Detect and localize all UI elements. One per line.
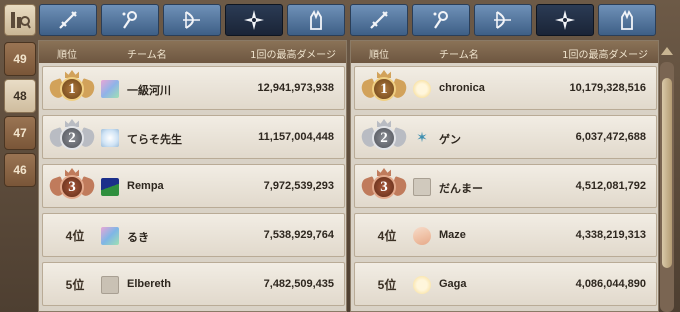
shuriken-icon — [244, 10, 264, 30]
bow-icon — [183, 11, 200, 29]
table-row[interactable]: 2 ✶ ゲン 6,037,472,688 — [354, 115, 657, 159]
scrollbar[interactable] — [660, 62, 674, 312]
damage-score: 11,157,004,448 — [258, 131, 334, 143]
team-avatar — [413, 227, 431, 245]
tab-sword[interactable] — [350, 4, 408, 36]
rank-number: 3 — [60, 175, 84, 199]
table-row[interactable]: 4位 るき 7,538,929,764 — [42, 213, 345, 257]
team-name: Maze — [439, 229, 466, 241]
ranking-panel-right: 順位 チーム名 1回の最高ダメージ 1 chronica 10,179,328,… — [350, 40, 659, 312]
team-name: Elbereth — [127, 278, 172, 290]
damage-score: 10,179,328,516 — [569, 82, 646, 94]
tier-tab-47[interactable]: 47 — [4, 116, 36, 150]
magic-staff-icon — [122, 11, 137, 29]
tier-tab-49[interactable]: 49 — [4, 42, 36, 76]
damage-score: 4,512,081,792 — [575, 180, 646, 192]
tab-gauntlet[interactable] — [598, 4, 656, 36]
silver-medal-icon: 2 — [359, 119, 409, 157]
silver-medal-icon: 2 — [47, 119, 97, 157]
team-name: てらそ先生 — [127, 134, 182, 146]
tab-shuriken[interactable] — [225, 4, 283, 36]
ranking-menu-button[interactable] — [4, 4, 36, 36]
tier-tab-46[interactable]: 46 — [4, 153, 36, 187]
rank-number: 1 — [372, 77, 396, 101]
team-name: Rempa — [127, 180, 164, 192]
bronze-medal-icon: 3 — [359, 168, 409, 206]
table-row[interactable]: 1 chronica 10,179,328,516 — [354, 66, 657, 110]
header-score: 1回の最高ダメージ — [562, 50, 648, 61]
shuriken-icon — [555, 10, 575, 30]
tab-bow[interactable] — [163, 4, 221, 36]
rank-label: 5位 — [377, 278, 397, 292]
tab-sword[interactable] — [39, 4, 97, 36]
header-team: チーム名 — [439, 50, 479, 61]
tier-tab-48[interactable]: 48 — [4, 79, 36, 113]
rank-number: 3 — [372, 175, 396, 199]
team-name: 一級河川 — [127, 85, 171, 97]
rank-number: 2 — [372, 126, 396, 150]
team-name: chronica — [439, 82, 485, 94]
damage-score: 12,941,973,938 — [257, 82, 334, 94]
rank-label: 4位 — [65, 229, 85, 243]
team-avatar — [101, 80, 119, 98]
damage-score: 6,037,472,688 — [575, 131, 646, 143]
gold-medal-icon: 1 — [47, 70, 97, 108]
scroll-up-arrow-icon[interactable] — [660, 44, 674, 58]
ranking-panel-left: 順位 チーム名 1回の最高ダメージ 1 一級河川 12,941,973,938 … — [38, 40, 347, 312]
gauntlet-icon — [621, 9, 633, 30]
header-rank: 順位 — [57, 50, 77, 61]
gauntlet-icon — [310, 9, 322, 30]
scrollbar-thumb[interactable] — [662, 78, 672, 268]
team-avatar — [101, 129, 119, 147]
damage-score: 4,086,044,890 — [575, 278, 646, 290]
bow-icon — [494, 11, 511, 29]
header-rank: 順位 — [369, 50, 389, 61]
rank-label: 5位 — [65, 278, 85, 292]
team-name: だんまー — [439, 183, 483, 195]
rank-number: 2 — [60, 126, 84, 150]
table-header: 順位 チーム名 1回の最高ダメージ — [351, 41, 658, 63]
team-avatar — [101, 227, 119, 245]
header-team: チーム名 — [127, 50, 167, 61]
tab-magic[interactable] — [101, 4, 159, 36]
rank-label: 4位 — [377, 229, 397, 243]
sword-icon — [59, 11, 77, 29]
damage-score: 7,972,539,293 — [263, 180, 334, 192]
table-row[interactable]: 3 だんまー 4,512,081,792 — [354, 164, 657, 208]
table-row[interactable]: 1 一級河川 12,941,973,938 — [42, 66, 345, 110]
team-name: ゲン — [439, 134, 461, 146]
rank-tier-nav: 49 48 47 46 — [4, 42, 36, 190]
team-name: Gaga — [439, 278, 467, 290]
ranking-screen: 49 48 47 46 順位 チーム名 1回の最高ダメージ 1 一級河川 12,… — [0, 0, 680, 312]
damage-score: 7,538,929,764 — [263, 229, 334, 241]
table-row[interactable]: 2 てらそ先生 11,157,004,448 — [42, 115, 345, 159]
magic-staff-icon — [433, 11, 448, 29]
sword-icon — [370, 11, 388, 29]
bronze-medal-icon: 3 — [47, 168, 97, 206]
tab-bow[interactable] — [474, 4, 532, 36]
ranking-icon — [11, 12, 31, 29]
damage-score: 7,482,509,435 — [263, 278, 334, 290]
rank-number: 1 — [60, 77, 84, 101]
tab-magic[interactable] — [412, 4, 470, 36]
table-header: 順位 チーム名 1回の最高ダメージ — [39, 41, 346, 63]
tab-gauntlet[interactable] — [287, 4, 345, 36]
team-avatar — [413, 80, 431, 98]
table-row[interactable]: 5位 Gaga 4,086,044,890 — [354, 262, 657, 306]
category-tabs-right — [350, 4, 656, 36]
table-row[interactable]: 5位 Elbereth 7,482,509,435 — [42, 262, 345, 306]
gold-medal-icon: 1 — [359, 70, 409, 108]
team-avatar: ✶ — [416, 130, 428, 146]
tab-shuriken[interactable] — [536, 4, 594, 36]
damage-score: 4,338,219,313 — [575, 229, 646, 241]
table-row[interactable]: 4位 Maze 4,338,219,313 — [354, 213, 657, 257]
table-row[interactable]: 3 Rempa 7,972,539,293 — [42, 164, 345, 208]
team-avatar — [413, 178, 431, 196]
team-avatar — [101, 178, 119, 196]
category-tabs-left — [39, 4, 345, 36]
team-name: るき — [127, 232, 149, 244]
header-score: 1回の最高ダメージ — [250, 50, 336, 61]
team-avatar — [101, 276, 119, 294]
team-avatar — [413, 276, 431, 294]
